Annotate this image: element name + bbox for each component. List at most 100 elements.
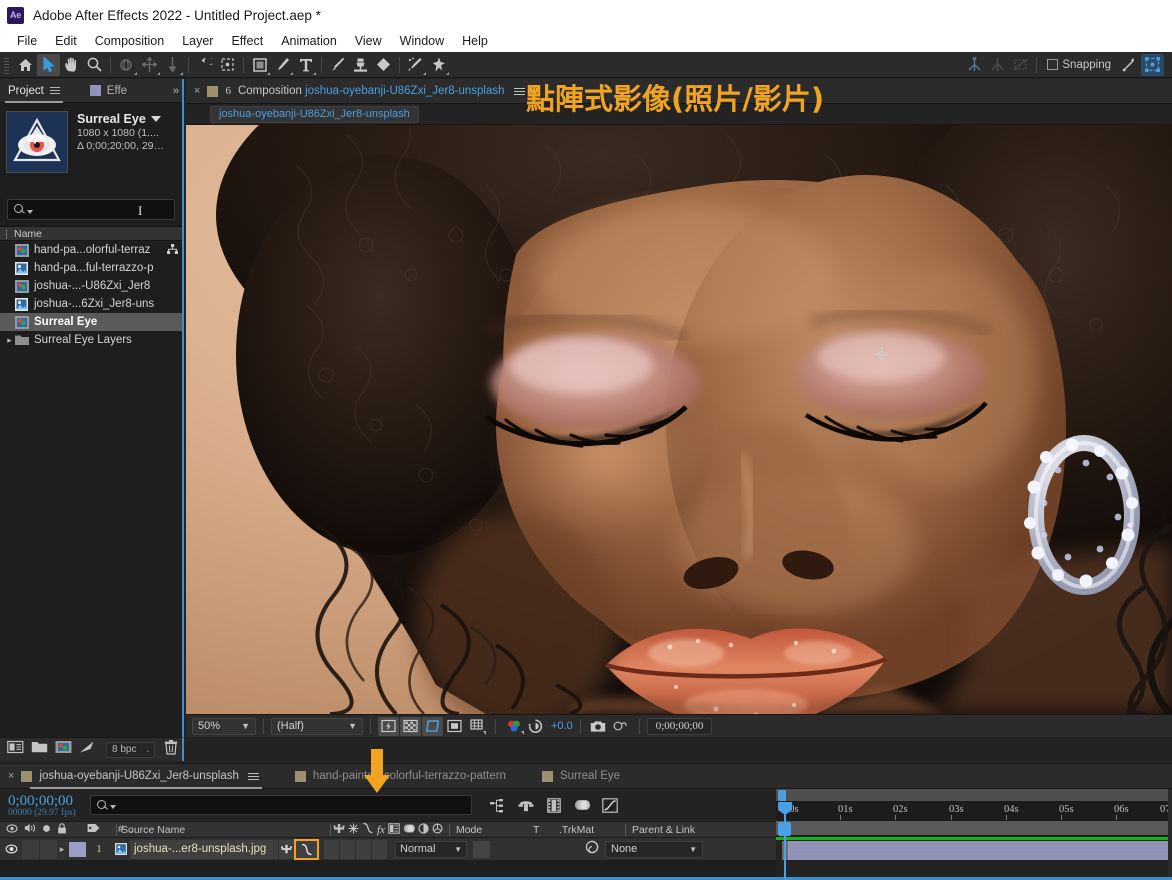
composition-mini-flowchart-icon[interactable] bbox=[490, 797, 507, 814]
composition-dropdown-icon[interactable] bbox=[150, 116, 161, 122]
layer-duration-bar[interactable] bbox=[788, 841, 1172, 860]
menu-window[interactable]: Window bbox=[391, 32, 453, 50]
layer-audio-enable-toggle[interactable] bbox=[279, 839, 294, 859]
puppet-pin-tool-icon[interactable] bbox=[427, 54, 450, 76]
toggle-mask-visibility-icon[interactable] bbox=[1009, 54, 1032, 76]
tab-project[interactable]: Project bbox=[0, 79, 68, 103]
transparency-grid-icon[interactable] bbox=[400, 716, 421, 736]
new-composition-icon[interactable] bbox=[55, 740, 72, 759]
anchor-point-icon[interactable] bbox=[874, 347, 889, 362]
menu-composition[interactable]: Composition bbox=[86, 32, 173, 50]
scrollbar-left-handle[interactable] bbox=[778, 790, 786, 801]
menu-effect[interactable]: Effect bbox=[222, 32, 272, 50]
snapping-checkbox[interactable] bbox=[1047, 59, 1059, 70]
list-item[interactable]: joshua-...-U86Zxi_Jer8 bbox=[0, 277, 182, 295]
delete-icon[interactable] bbox=[164, 739, 178, 760]
frame-blending-icon[interactable] bbox=[574, 797, 591, 814]
pan-tool-icon[interactable] bbox=[138, 54, 161, 76]
brush-tool-icon[interactable] bbox=[326, 54, 349, 76]
layer-mode-select[interactable]: Normal ▼ bbox=[395, 840, 467, 858]
layer-source-name[interactable]: joshua-...er8-unsplash.jpg bbox=[130, 839, 278, 859]
exposure-value[interactable]: +0.0 bbox=[551, 720, 573, 732]
timeline-tab-active[interactable]: joshua-oyebanji-U86Zxi_Jer8-unsplash bbox=[14, 764, 265, 789]
layer-parent-select[interactable]: None ▼ bbox=[605, 840, 703, 858]
eraser-tool-icon[interactable] bbox=[372, 54, 395, 76]
home-icon[interactable] bbox=[14, 54, 37, 76]
comp-breadcrumb-pill[interactable]: joshua-oyebanji-U86Zxi_Jer8-unsplash bbox=[210, 105, 419, 123]
snapshot-icon[interactable] bbox=[588, 717, 609, 736]
timeline-tab-surreal-eye[interactable]: Surreal Eye bbox=[535, 764, 627, 789]
panel-menu-icon[interactable] bbox=[49, 87, 60, 94]
menu-edit[interactable]: Edit bbox=[46, 32, 86, 50]
menu-layer[interactable]: Layer bbox=[173, 32, 222, 50]
column-header-mode[interactable]: Mode bbox=[456, 824, 533, 836]
project-settings-icon[interactable] bbox=[79, 740, 95, 759]
snapping-toggle[interactable]: Snapping bbox=[1047, 59, 1111, 71]
clone-stamp-tool-icon[interactable] bbox=[349, 54, 372, 76]
timeline-ruler[interactable]: 00s 01s 02s 03s 04s 05s 06s 07 bbox=[776, 802, 1172, 821]
distribute-layers-icon[interactable] bbox=[986, 54, 1009, 76]
title-action-safe-icon[interactable] bbox=[444, 717, 465, 736]
zoom-tool-icon[interactable] bbox=[83, 54, 106, 76]
panel-overflow-chevron-icon[interactable]: » bbox=[173, 85, 179, 97]
pen-tool-icon[interactable] bbox=[271, 54, 294, 76]
motion-blur-icon[interactable] bbox=[602, 797, 619, 814]
draft-3d-icon[interactable] bbox=[518, 797, 535, 814]
continuously-rasterize-toggle[interactable] bbox=[294, 838, 319, 860]
list-item-surreal-eye[interactable]: Surreal Eye bbox=[0, 313, 182, 331]
grid-guides-icon[interactable] bbox=[466, 717, 487, 736]
composition-tab-label[interactable]: Composition joshua-oyebanji-U86Zxi_Jer8-… bbox=[238, 85, 505, 97]
layer-frame-blend-toggle[interactable] bbox=[340, 839, 355, 859]
layer-motion-blur-toggle[interactable] bbox=[356, 839, 371, 859]
reset-exposure-icon[interactable] bbox=[525, 717, 546, 736]
color-depth-button[interactable]: 8 bpc . bbox=[106, 741, 156, 758]
zoom-level-select[interactable]: 50% ▼ bbox=[192, 717, 256, 735]
timeline-layer-track[interactable] bbox=[776, 836, 1172, 880]
layer-preserve-transparency-toggle[interactable] bbox=[473, 840, 490, 858]
layer-audio-toggle[interactable] bbox=[22, 839, 39, 859]
align-layers-icon[interactable] bbox=[963, 54, 986, 76]
current-time-display[interactable]: 0;00;00;00 00000 (29.97 fps) bbox=[0, 793, 76, 818]
timeline-search-field[interactable] bbox=[89, 795, 472, 815]
panel-menu-icon[interactable] bbox=[513, 87, 525, 95]
channel-rgb-icon[interactable] bbox=[503, 717, 524, 736]
region-of-interest-icon[interactable] bbox=[422, 716, 443, 736]
list-item[interactable]: hand-pa...olorful-terraz bbox=[0, 241, 182, 259]
selection-tool-icon[interactable] bbox=[37, 53, 60, 76]
menu-view[interactable]: View bbox=[346, 32, 391, 50]
list-item-folder[interactable]: ▸ Surreal Eye Layers bbox=[0, 331, 182, 349]
layer-label-color[interactable] bbox=[69, 841, 86, 857]
expand-arrow-icon[interactable]: ▸ bbox=[4, 335, 15, 346]
layer-3d-toggle[interactable] bbox=[372, 839, 387, 859]
transform-box-icon[interactable] bbox=[1141, 53, 1164, 76]
search-dropdown-icon[interactable] bbox=[109, 805, 116, 809]
type-tool-icon[interactable] bbox=[294, 54, 317, 76]
anchor-point-tool-icon[interactable] bbox=[216, 54, 239, 76]
show-snapshot-icon[interactable] bbox=[610, 717, 631, 736]
dolly-tool-icon[interactable] bbox=[161, 54, 184, 76]
rotation-tool-icon[interactable] bbox=[193, 54, 216, 76]
hide-shy-layers-icon[interactable] bbox=[546, 797, 563, 814]
layer-visibility-toggle[interactable] bbox=[0, 844, 22, 854]
viewer-timecode-field[interactable]: 0;00;00;00 bbox=[646, 717, 713, 735]
toolbar-grip[interactable] bbox=[2, 55, 11, 74]
timeline-track-area[interactable]: 00s 01s 02s 03s 04s 05s 06s 07 bbox=[776, 789, 1172, 880]
close-icon[interactable]: × bbox=[194, 85, 200, 97]
orbit-tool-icon[interactable] bbox=[115, 54, 138, 76]
timeline-tab-terrazzo[interactable]: hand-painted-colorful-terrazzo-pattern bbox=[288, 764, 513, 789]
snapping-options-icon[interactable] bbox=[1118, 54, 1141, 76]
column-header-trkmat[interactable]: .TrkMat bbox=[559, 824, 619, 836]
tab-effect-controls[interactable]: Effe bbox=[82, 79, 135, 103]
parent-link-picker-icon[interactable] bbox=[585, 840, 599, 859]
menu-help[interactable]: Help bbox=[453, 32, 497, 50]
resolution-select[interactable]: (Half) ▼ bbox=[271, 717, 363, 735]
roto-brush-tool-icon[interactable] bbox=[404, 54, 427, 76]
search-dropdown-icon[interactable] bbox=[27, 209, 33, 214]
hand-tool-icon[interactable] bbox=[60, 54, 83, 76]
column-header-parent-link[interactable]: Parent & Link bbox=[632, 824, 695, 836]
timeline-vertical-scrollbar[interactable] bbox=[1168, 789, 1172, 880]
layer-solo-toggle[interactable] bbox=[40, 839, 57, 859]
new-folder-icon[interactable] bbox=[31, 740, 48, 759]
list-item[interactable]: joshua-...6Zxi_Jer8-uns bbox=[0, 295, 182, 313]
fast-previews-icon[interactable] bbox=[378, 716, 399, 736]
